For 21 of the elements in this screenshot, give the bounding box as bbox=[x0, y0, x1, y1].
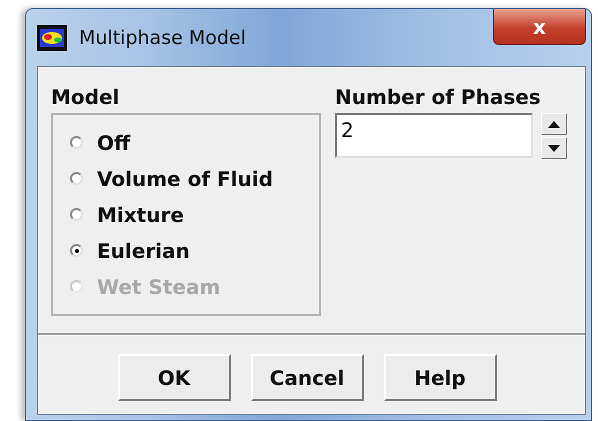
radio-button[interactable] bbox=[70, 208, 83, 221]
dialog-button[interactable]: Help bbox=[384, 354, 496, 401]
group-label: Model bbox=[51, 85, 120, 109]
app-icon bbox=[37, 24, 67, 50]
spin-down-button[interactable] bbox=[541, 137, 567, 159]
radio-button[interactable] bbox=[70, 136, 83, 149]
close-button[interactable]: x bbox=[493, 9, 586, 45]
down-arrow-icon bbox=[548, 144, 560, 152]
dialog-button[interactable]: Cancel bbox=[250, 354, 364, 401]
radio-option[interactable]: Volume of Fluid bbox=[70, 165, 319, 192]
radio-option[interactable]: Mixture bbox=[70, 201, 319, 228]
field-label: Number of Phases bbox=[335, 85, 542, 109]
radio-option[interactable]: Eulerian bbox=[70, 237, 319, 264]
radio-option[interactable]: Off bbox=[70, 129, 319, 156]
up-arrow-icon bbox=[548, 120, 560, 128]
phases-input[interactable]: 2 bbox=[335, 113, 533, 158]
spin-up-button[interactable] bbox=[541, 113, 567, 135]
dialog-button[interactable]: OK bbox=[118, 354, 230, 401]
radio-button[interactable] bbox=[70, 172, 83, 185]
window-title: Multiphase Model bbox=[79, 26, 246, 48]
radio-button[interactable] bbox=[70, 244, 83, 257]
